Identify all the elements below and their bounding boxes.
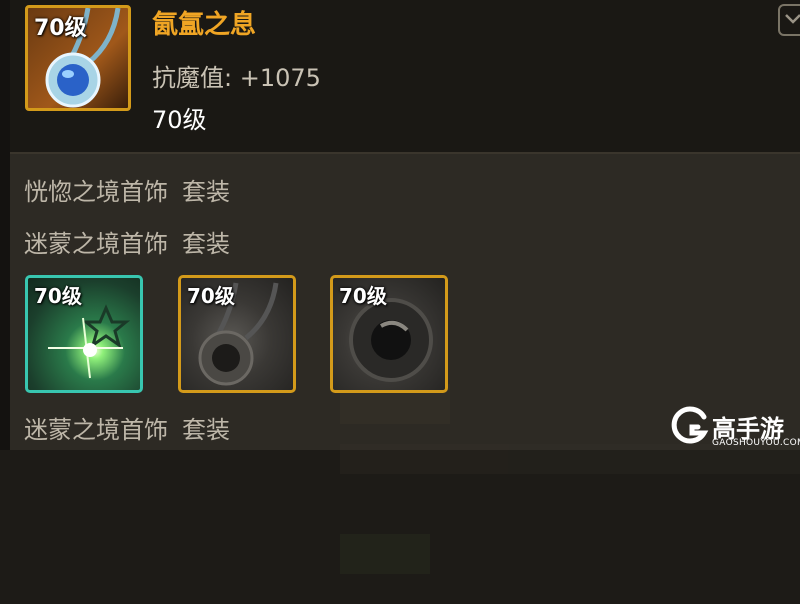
set-piece-level: 70级 xyxy=(339,284,387,308)
set-piece-slot[interactable]: 70级 xyxy=(330,275,448,393)
set-name: 恍惚之境首饰 xyxy=(24,178,168,206)
chevron-down-icon xyxy=(785,14,800,24)
brand-logo-icon xyxy=(671,406,709,444)
set-piece-level: 70级 xyxy=(187,284,235,308)
item-icon-slot[interactable]: 70级 xyxy=(25,5,131,111)
set-line: 迷蒙之境首饰 套装 xyxy=(24,410,230,445)
background-block xyxy=(340,444,800,474)
set-line: 迷蒙之境首饰 套装 xyxy=(24,224,230,259)
set-name: 迷蒙之境首饰 xyxy=(24,230,168,258)
watermark-logo: 高手游 GAOSHOUYOU.COM xyxy=(670,405,800,449)
set-piece-level: 70级 xyxy=(34,284,82,308)
watermark-url: GAOSHOUYOU.COM xyxy=(712,438,800,448)
set-name: 迷蒙之境首饰 xyxy=(24,416,168,444)
item-level-badge: 70级 xyxy=(34,16,87,41)
item-name: 氤氲之息 xyxy=(152,10,257,40)
set-suffix: 套装 xyxy=(182,230,230,258)
panel-edge xyxy=(0,0,10,450)
set-piece-slot[interactable]: 70级 xyxy=(178,275,296,393)
collapse-toggle[interactable] xyxy=(778,4,800,36)
set-suffix: 套装 xyxy=(182,178,230,206)
level-requirement: 70级 xyxy=(152,106,207,134)
stat-label: 抗魔值: xyxy=(152,64,233,92)
item-stat: 抗魔值: +1075 xyxy=(152,58,321,93)
set-piece-slot[interactable]: 70级 xyxy=(25,275,143,393)
background-block xyxy=(340,534,430,574)
set-line: 恍惚之境首饰 套装 xyxy=(24,172,230,207)
set-suffix: 套装 xyxy=(182,416,230,444)
stat-value: +1075 xyxy=(239,64,321,92)
